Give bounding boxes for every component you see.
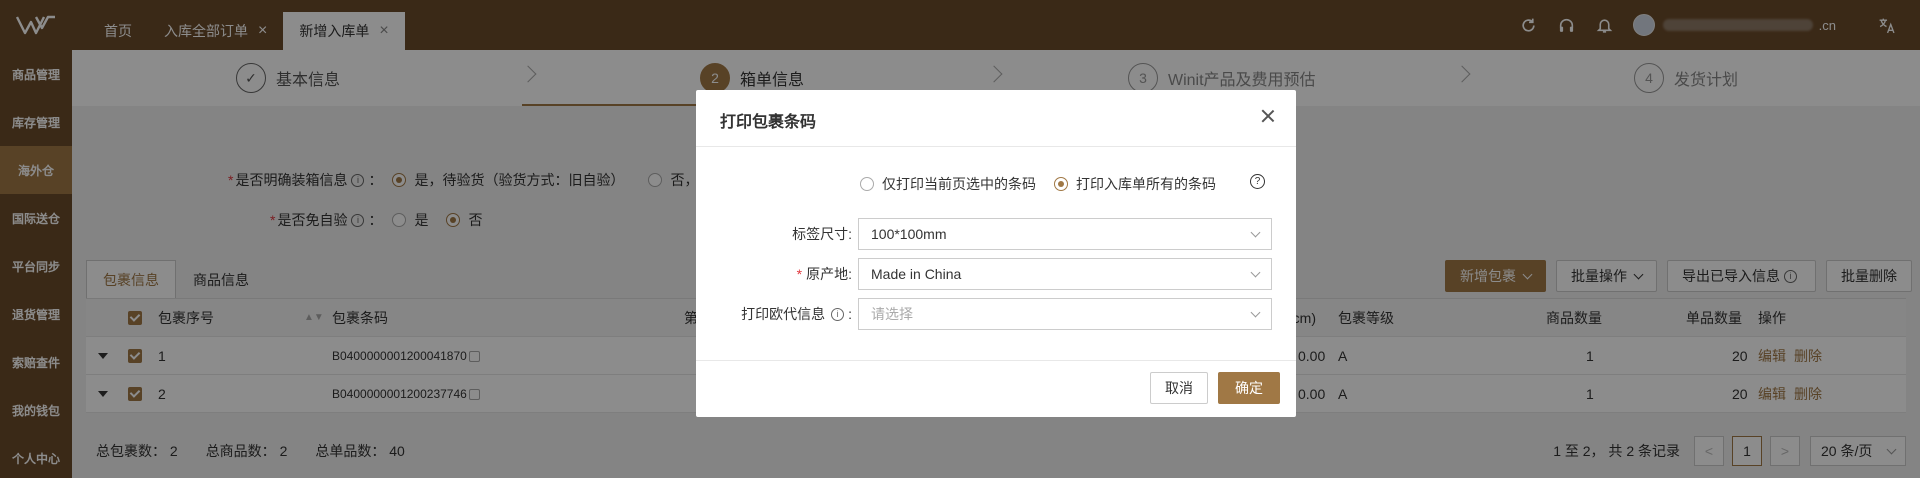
origin-select[interactable]: Made in China [858, 258, 1272, 290]
label-size-value: 100*100mm [871, 226, 947, 242]
origin-label: 原产地: [806, 266, 852, 282]
origin-value: Made in China [871, 266, 962, 282]
info-icon[interactable]: i [831, 307, 845, 321]
divider [696, 146, 1296, 147]
eu-colon: : [848, 306, 852, 322]
dialog-buttons: 取消 确定 [1140, 372, 1280, 404]
help-icon[interactable]: ? [1250, 174, 1265, 189]
print-current-radio[interactable] [860, 177, 874, 191]
origin-field: * 原产地: Made in China [696, 258, 1296, 290]
eu-rep-field: 打印欧代信息 i : 请选择 [696, 298, 1296, 330]
eu-rep-select[interactable]: 请选择 [858, 298, 1272, 330]
label-size-select[interactable]: 100*100mm [858, 218, 1272, 250]
cancel-button[interactable]: 取消 [1150, 372, 1208, 404]
confirm-button[interactable]: 确定 [1218, 372, 1280, 404]
print-current-label[interactable]: 仅打印当前页选中的条码 [882, 174, 1036, 194]
print-scope-radios: 仅打印当前页选中的条码 打印入库单所有的条码 [860, 174, 1216, 194]
print-barcode-dialog: 打印包裹条码 仅打印当前页选中的条码 打印入库单所有的条码 ? 标签尺寸: 10… [696, 90, 1296, 417]
eu-label-wrap: 打印欧代信息 i : [741, 298, 852, 330]
dialog-title: 打印包裹条码 [720, 114, 817, 131]
eu-label: 打印欧代信息 [741, 306, 826, 322]
print-all-label[interactable]: 打印入库单所有的条码 [1076, 174, 1216, 194]
chevron-down-icon [1250, 307, 1261, 317]
label-size-label: 标签尺寸: [792, 226, 852, 242]
chevron-down-icon [1250, 267, 1261, 277]
chevron-down-icon [1250, 227, 1261, 237]
divider [696, 360, 1296, 361]
origin-label-wrap: * 原产地: [797, 258, 852, 290]
close-icon[interactable] [1258, 106, 1278, 126]
eu-placeholder: 请选择 [871, 306, 913, 322]
required-mark: * [796, 266, 803, 282]
label-size-field: 标签尺寸: 100*100mm [696, 218, 1296, 250]
print-all-radio[interactable] [1054, 177, 1068, 191]
